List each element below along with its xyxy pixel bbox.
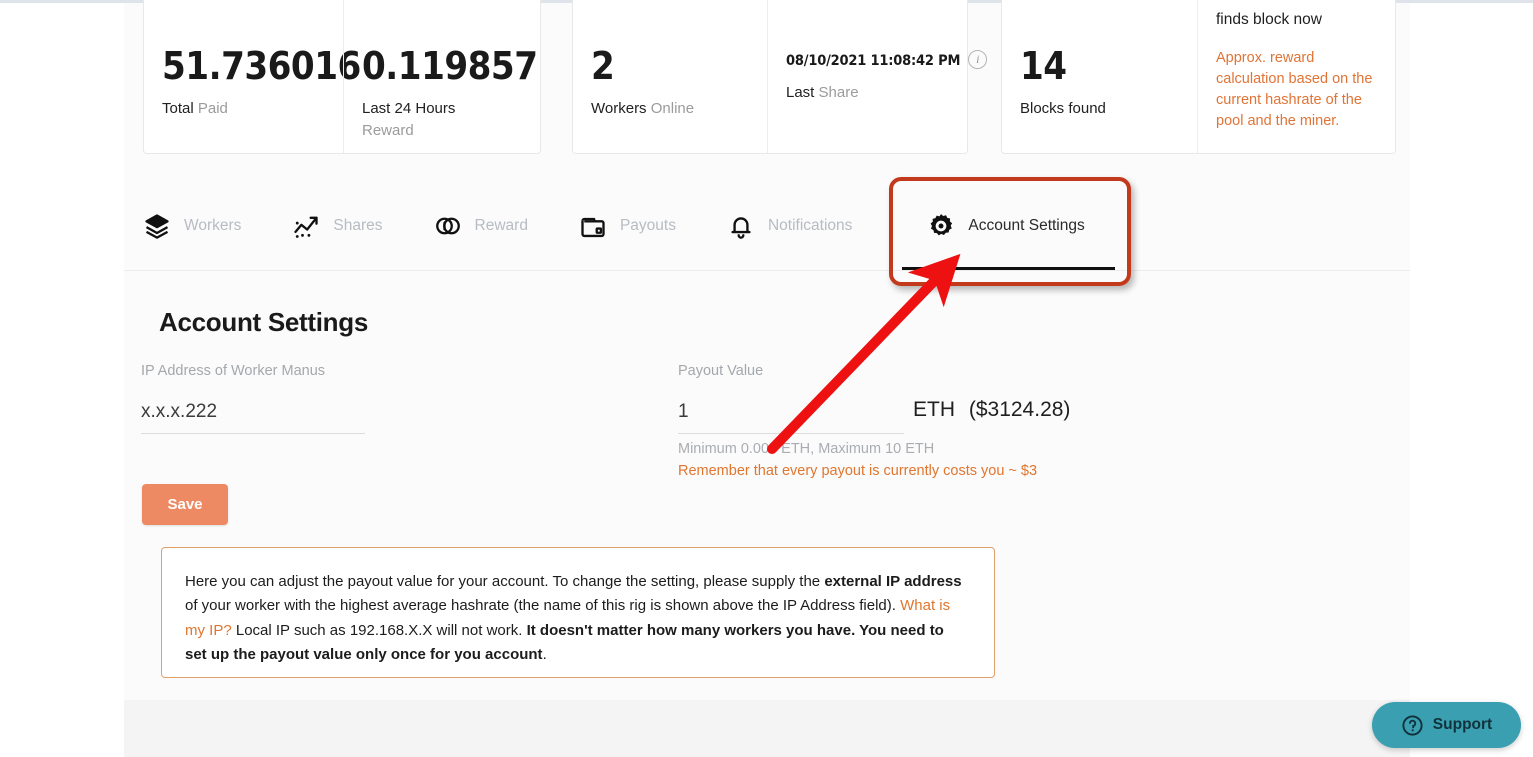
info-text-part-3: Local IP such as 192.168.X.X will not wo…	[231, 621, 527, 639]
stat-value: 08/10/2021 11:08:42 PM	[786, 53, 961, 69]
stat-card-workers-online: 2 Workers Online	[573, 0, 767, 153]
stat-card-last-share: 08/10/2021 11:08:42 PM i Last Share	[767, 0, 988, 153]
stat-value: 0.119857	[362, 44, 538, 88]
payout-usd-equivalent: ($3124.28)	[968, 398, 1071, 421]
stat-label: Workers Online	[591, 98, 745, 120]
stat-value: 14	[1020, 44, 1067, 88]
payout-value-label: Payout Value	[678, 363, 764, 379]
question-circle-icon	[1401, 714, 1424, 737]
support-label: Support	[1432, 716, 1493, 733]
stat-sublabel: Reward	[362, 121, 414, 139]
payout-unit-row: ETH ($3124.28)	[913, 398, 1070, 422]
tab-reward[interactable]: Reward	[434, 180, 553, 271]
stat-value: 51.736016	[162, 44, 361, 88]
save-button[interactable]: Save	[142, 484, 228, 525]
active-tab-underline	[902, 267, 1115, 270]
tab-shares[interactable]: Shares	[292, 180, 407, 271]
payout-value-input[interactable]	[678, 396, 904, 434]
info-text-part-1: Here you can adjust the payout value for…	[185, 573, 825, 590]
stat-label-strong: Last 24 Hours	[362, 100, 456, 117]
support-widget[interactable]: Support	[1372, 702, 1521, 748]
stat-card-group-2: 2 Workers Online 08/10/2021 11:08:42 PM …	[572, 0, 988, 154]
stat-label-muted: Paid	[197, 100, 228, 117]
stat-label: Last Share	[786, 82, 945, 104]
payout-info-box: Here you can adjust the payout value for…	[161, 547, 995, 678]
coins-icon	[434, 212, 462, 240]
footer-band	[124, 700, 1410, 757]
tab-bar: Workers Shares Reward Payouts Notificati…	[124, 180, 1410, 271]
stat-value: 2	[591, 44, 615, 88]
tab-notifications[interactable]: Notifications	[727, 180, 877, 271]
wallet-icon	[579, 212, 607, 240]
reward-note-body: Approx. reward calculation based on the …	[1216, 50, 1373, 130]
payout-info-text: Here you can adjust the payout value for…	[185, 570, 969, 667]
tab-label: Payouts	[619, 216, 676, 234]
ip-address-label: IP Address of Worker Manus	[141, 363, 326, 379]
page-right-margin	[1410, 3, 1533, 700]
stat-label-muted: Share	[818, 84, 859, 101]
stat-label-strong: Last	[786, 84, 815, 101]
tab-workers[interactable]: Workers	[143, 180, 266, 271]
page-root: 51.736016 Total Paid 0.119857 Last 24 Ho…	[0, 0, 1533, 757]
info-text-part-2: of your worker with the highest average …	[185, 597, 901, 615]
stat-label-strong: Workers	[591, 100, 647, 117]
stat-card-last-24h-reward: 0.119857 Last 24 Hours Reward	[343, 0, 542, 153]
gear-icon	[927, 212, 955, 240]
stat-timestamp-row: 08/10/2021 11:08:42 PM i	[786, 50, 988, 69]
ip-address-input[interactable]	[141, 396, 365, 434]
reward-note-heading: finds block now	[1216, 11, 1322, 28]
stat-label-muted: Online	[650, 100, 695, 117]
tab-payouts[interactable]: Payouts	[579, 180, 701, 271]
tab-label: Notifications	[767, 216, 853, 234]
stat-label-strong: Total	[162, 100, 194, 117]
stat-label: Blocks found	[1020, 98, 1175, 120]
stat-card-blocks-found: 14 Blocks found	[1002, 0, 1197, 153]
info-bold-external-ip: external IP address	[824, 573, 962, 590]
stat-label: Last 24 Hours	[362, 98, 520, 120]
stat-card-reward-note: finds block now Approx. reward calculati…	[1197, 0, 1395, 153]
tab-label: Workers	[184, 216, 242, 234]
stat-label: Total Paid	[162, 98, 321, 120]
payout-range-hint: Minimum 0.005 ETH, Maximum 10 ETH	[678, 441, 935, 457]
stat-card-total-paid: 51.736016 Total Paid	[144, 0, 361, 153]
tab-label: Shares	[333, 216, 383, 234]
tab-list: Workers Shares Reward Payouts Notificati…	[143, 180, 1136, 271]
info-text-part-4: .	[542, 645, 547, 663]
stat-label-strong: Blocks found	[1020, 100, 1106, 117]
stat-card-group-1: 51.736016 Total Paid 0.119857 Last 24 Ho…	[143, 0, 541, 154]
tab-account-settings[interactable]: Account Settings	[927, 180, 1109, 271]
payout-currency: ETH	[913, 398, 955, 421]
trending-up-icon	[292, 212, 320, 240]
payout-cost-warning: Remember that every payout is currently …	[678, 463, 1038, 479]
bell-icon	[727, 212, 755, 240]
stat-card-group-3: 14 Blocks found finds block now Approx. …	[1001, 0, 1396, 154]
tab-label: Reward	[474, 216, 528, 234]
tab-label: Account Settings	[968, 216, 1085, 234]
page-title: Account Settings	[159, 307, 368, 337]
layers-icon	[143, 212, 171, 240]
